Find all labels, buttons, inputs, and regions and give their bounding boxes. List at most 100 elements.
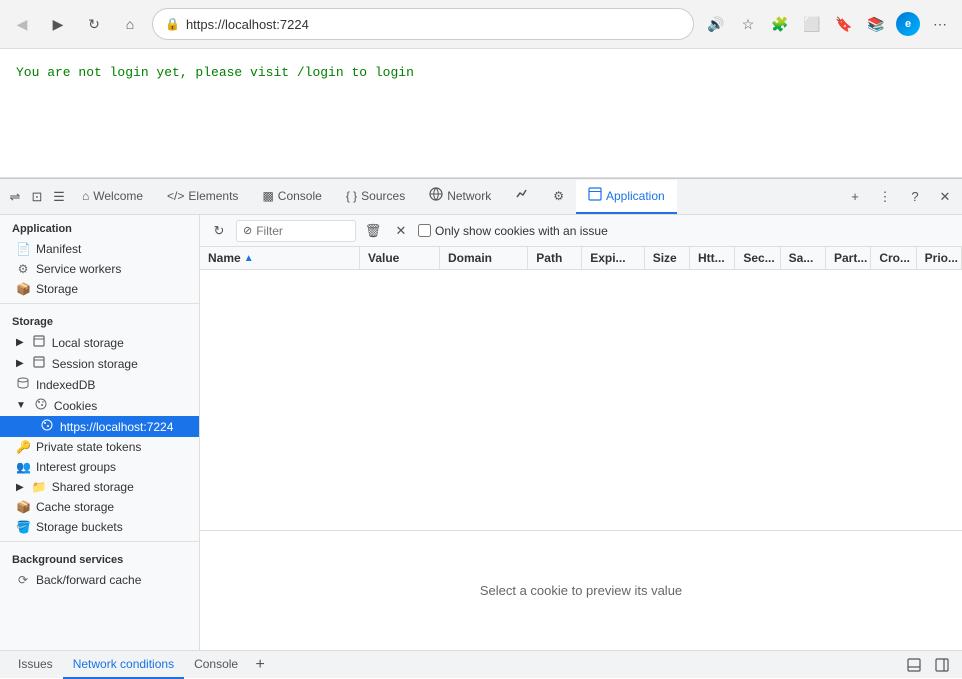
sidebar-divider-2 bbox=[0, 541, 199, 542]
tab-welcome[interactable]: ⌂ Welcome bbox=[70, 180, 155, 214]
col-header-value[interactable]: Value bbox=[360, 247, 440, 269]
sidebar-item-manifest[interactable]: 📄 Manifest bbox=[0, 239, 199, 259]
add-panel-button[interactable]: + bbox=[248, 653, 272, 677]
application-tab-icon bbox=[588, 187, 602, 204]
refresh-button[interactable]: ↻ bbox=[80, 10, 108, 38]
manifest-icon: 📄 bbox=[16, 242, 30, 256]
help-button[interactable]: ? bbox=[902, 184, 928, 210]
sidebar-item-local-storage[interactable]: ▶ Local storage bbox=[0, 332, 199, 353]
extensions-button[interactable]: 🧩 bbox=[766, 10, 794, 38]
add-tab-button[interactable]: + bbox=[842, 184, 868, 210]
col-header-expires[interactable]: Expi... bbox=[582, 247, 645, 269]
filter-box[interactable]: ⊘ bbox=[236, 220, 356, 242]
col-header-http[interactable]: Htt... bbox=[690, 247, 735, 269]
delete-cookies-button[interactable]: ✕ bbox=[390, 220, 412, 242]
browser-icons: 🔊 ☆ 🧩 ⬜ 🔖 📚 e ⋯ bbox=[702, 10, 954, 38]
col-header-path[interactable]: Path bbox=[528, 247, 582, 269]
sidebar-cookies-localhost-label: https://localhost:7224 bbox=[60, 420, 173, 434]
tab-performance[interactable] bbox=[503, 180, 541, 214]
application-tab-label: Application bbox=[606, 189, 665, 203]
sidebar-item-storage-buckets[interactable]: 🪣 Storage buckets bbox=[0, 517, 199, 537]
bottom-tab-network-conditions[interactable]: Network conditions bbox=[63, 651, 184, 679]
col-header-samesite[interactable]: Sa... bbox=[781, 247, 826, 269]
sidebar-item-cookies-localhost[interactable]: https://localhost:7224 bbox=[0, 416, 199, 437]
tab-elements[interactable]: </> Elements bbox=[155, 180, 250, 214]
home-button[interactable]: ⌂ bbox=[116, 10, 144, 38]
sidebar-item-shared-storage[interactable]: ▶ 📁 Shared storage bbox=[0, 477, 199, 497]
shared-storage-expand-icon: ▶ bbox=[16, 482, 24, 493]
issues-tab-label: Issues bbox=[18, 657, 53, 671]
col-value-label: Value bbox=[368, 251, 399, 265]
sources-tab-label: Sources bbox=[361, 189, 405, 203]
sidebar-section-storage: Storage bbox=[0, 308, 199, 332]
back-button[interactable]: ◀ bbox=[8, 10, 36, 38]
favorites-sidebar-button[interactable]: 🔖 bbox=[830, 10, 858, 38]
console-tab-label: Console bbox=[278, 189, 322, 203]
read-aloud-button[interactable]: 🔊 bbox=[702, 10, 730, 38]
bottom-bar-actions bbox=[902, 653, 954, 677]
clear-filter-button[interactable]: 🗑 bbox=[362, 220, 384, 242]
sidebar-item-cookies[interactable]: ▼ Cookies bbox=[0, 395, 199, 416]
col-header-name[interactable]: Name ▲ bbox=[200, 247, 360, 269]
devtools-side-btn-3[interactable]: ☰ bbox=[48, 186, 70, 208]
bottom-tab-issues[interactable]: Issues bbox=[8, 651, 63, 679]
issues-only-checkbox-label[interactable]: Only show cookies with an issue bbox=[418, 224, 608, 238]
shared-storage-icon: 📁 bbox=[32, 480, 46, 494]
col-partition-label: Part... bbox=[834, 251, 867, 265]
forward-button[interactable]: ▶ bbox=[44, 10, 72, 38]
col-header-partition[interactable]: Part... bbox=[826, 247, 871, 269]
tab-application[interactable]: Application bbox=[576, 180, 677, 214]
col-header-domain[interactable]: Domain bbox=[440, 247, 528, 269]
panel-toolbar: ↻ ⊘ 🗑 ✕ Only show cookies with an issue bbox=[200, 215, 962, 247]
favorites-button[interactable]: ☆ bbox=[734, 10, 762, 38]
sidebar-cookies-label: Cookies bbox=[54, 399, 97, 413]
col-domain-label: Domain bbox=[448, 251, 492, 265]
address-bar[interactable]: 🔒 https://localhost:7224 bbox=[152, 8, 694, 40]
tab-console[interactable]: ▩ Console bbox=[250, 180, 333, 214]
col-header-priority[interactable]: Prio... bbox=[917, 247, 962, 269]
collections-button[interactable]: 📚 bbox=[862, 10, 890, 38]
sidebar-item-interest-groups[interactable]: 👥 Interest groups bbox=[0, 457, 199, 477]
sidebar-item-private-state-tokens[interactable]: 🔑 Private state tokens bbox=[0, 437, 199, 457]
dock-bottom-button[interactable] bbox=[902, 653, 926, 677]
devtools-side-btn-2[interactable]: ⊡ bbox=[26, 186, 48, 208]
cookies-expand-icon: ▼ bbox=[16, 400, 26, 411]
sidebar-section-application: Application bbox=[0, 215, 199, 239]
col-header-secure[interactable]: Sec... bbox=[735, 247, 780, 269]
devtools-bottom-bar: Issues Network conditions Console + bbox=[0, 650, 962, 678]
tab-sources[interactable]: { } Sources bbox=[334, 180, 417, 214]
dock-side-button[interactable] bbox=[930, 653, 954, 677]
sidebar: Application 📄 Manifest ⚙ Service workers… bbox=[0, 215, 200, 650]
col-header-size[interactable]: Size bbox=[645, 247, 690, 269]
issues-only-checkbox[interactable] bbox=[418, 224, 431, 237]
elements-tab-icon: </> bbox=[167, 189, 184, 203]
cookie-table[interactable]: Name ▲ Value Domain Path Expi... bbox=[200, 247, 962, 530]
sidebar-item-back-forward-cache[interactable]: ⟳ Back/forward cache bbox=[0, 570, 199, 590]
devtools-side-btn-1[interactable]: ⇌ bbox=[4, 186, 26, 208]
refresh-cookies-button[interactable]: ↻ bbox=[208, 220, 230, 242]
bottom-tab-console-bottom[interactable]: Console bbox=[184, 651, 248, 679]
col-header-cross[interactable]: Cro... bbox=[871, 247, 916, 269]
filter-input[interactable] bbox=[256, 224, 336, 238]
more-tabs-button[interactable]: ⋮ bbox=[872, 184, 898, 210]
browser-toolbar: ◀ ▶ ↻ ⌂ 🔒 https://localhost:7224 🔊 ☆ 🧩 ⬜… bbox=[0, 0, 962, 48]
tab-settings-gear[interactable]: ⚙ bbox=[541, 180, 576, 214]
tab-network[interactable]: Network bbox=[417, 180, 503, 214]
profile-button[interactable]: e bbox=[894, 10, 922, 38]
sidebar-item-session-storage[interactable]: ▶ Session storage bbox=[0, 353, 199, 374]
sidebar-item-storage[interactable]: 📦 Storage bbox=[0, 279, 199, 299]
more-button[interactable]: ⋯ bbox=[926, 10, 954, 38]
sidebar-service-workers-label: Service workers bbox=[36, 262, 121, 276]
service-workers-icon: ⚙ bbox=[16, 262, 30, 276]
network-conditions-tab-label: Network conditions bbox=[73, 657, 174, 671]
console-bottom-tab-label: Console bbox=[194, 657, 238, 671]
close-devtools-button[interactable]: ✕ bbox=[932, 184, 958, 210]
col-path-label: Path bbox=[536, 251, 562, 265]
split-screen-button[interactable]: ⬜ bbox=[798, 10, 826, 38]
session-storage-expand-icon: ▶ bbox=[16, 358, 24, 369]
sidebar-item-indexeddb[interactable]: IndexedDB bbox=[0, 374, 199, 395]
private-state-tokens-icon: 🔑 bbox=[16, 440, 30, 454]
col-cross-label: Cro... bbox=[879, 251, 910, 265]
sidebar-item-cache-storage[interactable]: 📦 Cache storage bbox=[0, 497, 199, 517]
sidebar-item-service-workers[interactable]: ⚙ Service workers bbox=[0, 259, 199, 279]
